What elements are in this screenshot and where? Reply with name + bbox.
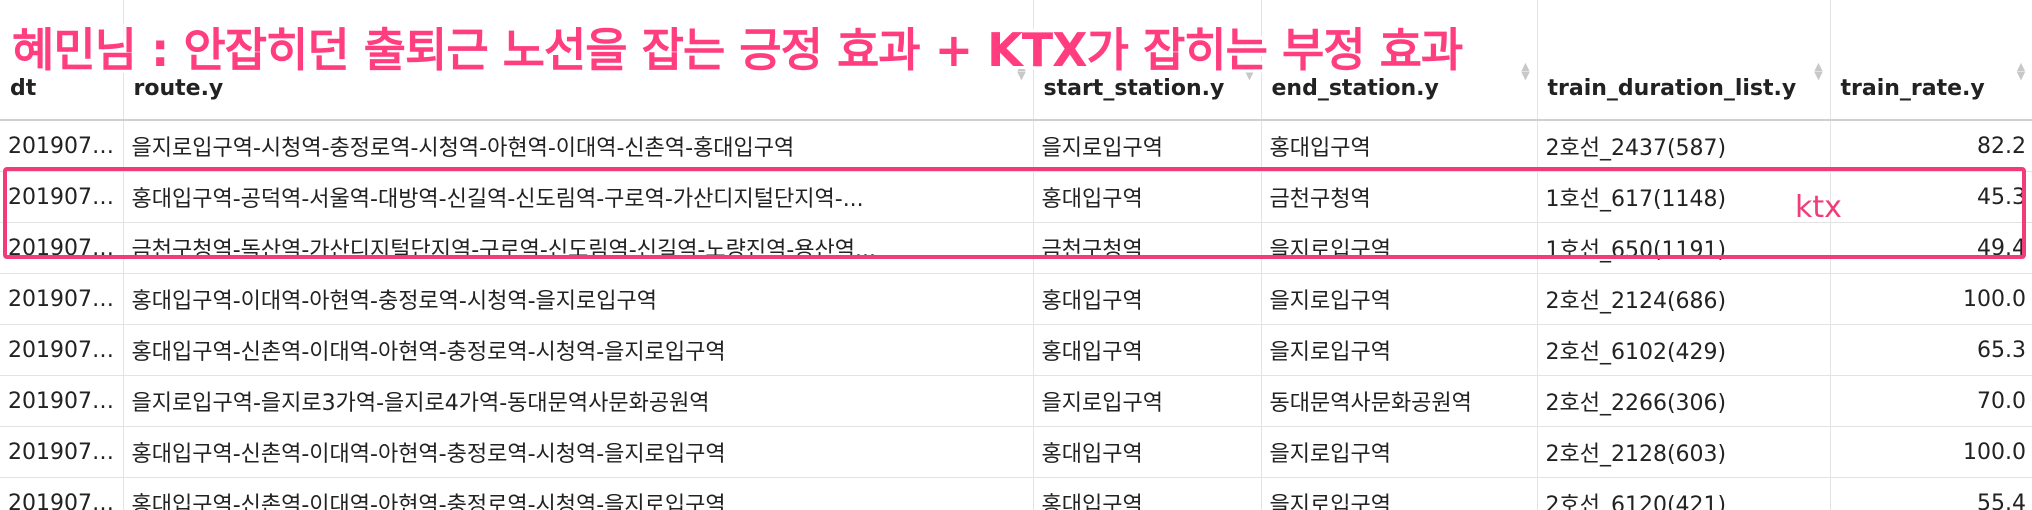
cell-end-station: 을지로입구역 [1261,222,1538,274]
cell-train-rate: 70.0 [1830,375,2032,427]
table-row: 20190713 홍대입구역-공덕역-서울역-대방역-신길역-신도림역-구로역-… [0,171,2032,223]
cell-train-duration-list: 2호선_2124(686) [1537,273,1831,325]
column-header-label: train_rate.y [1840,76,1985,101]
table-row: 20190722 홍대입구역-이대역-아현역-충정로역-시청역-을지로입구역 홍… [0,273,2032,325]
cell-route: 금천구청역-독산역-가산디지털단지역-구로역-신도림역-신길역-노량진역-용산역… [123,222,1034,274]
cell-start-station: 금천구청역 [1033,222,1262,274]
cell-start-station: 홍대입구역 [1033,324,1262,376]
cell-route: 을지로입구역-시청역-충정로역-시청역-아현역-이대역-신촌역-홍대입구역 [123,120,1034,172]
column-header-label: dt [10,76,37,101]
cell-train-rate: 100.0 [1830,426,2032,478]
cell-train-duration-list: 1호선_650(1191) [1537,222,1831,274]
cell-train-duration-list: 2호선_6120(421) [1537,477,1831,510]
column-header-label: route.y [133,76,224,101]
table-row: 20190730 홍대입구역-신촌역-이대역-아현역-충정로역-시청역-을지로입… [0,477,2032,510]
cell-end-station: 동대문역사문화공원역 [1261,375,1538,427]
cell-end-station: 을지로입구역 [1261,477,1538,510]
cell-start-station: 을지로입구역 [1033,375,1262,427]
sort-icon[interactable]: ▲ ▼ [2016,61,2026,82]
table-row: 20190725 홍대입구역-신촌역-이대역-아현역-충정로역-시청역-을지로입… [0,324,2032,376]
cell-route: 홍대입구역-신촌역-이대역-아현역-충정로역-시청역-을지로입구역 [123,426,1034,478]
table-row: 20190725 을지로입구역-을지로3가역-을지로4가역-동대문역사문화공원역… [0,375,2032,427]
cell-route: 홍대입구역-신촌역-이대역-아현역-충정로역-시청역-을지로입구역 [123,324,1034,376]
cell-end-station: 을지로입구역 [1261,426,1538,478]
column-header-label: start_station.y [1043,76,1225,101]
column-header-label: end_station.y [1271,76,1439,101]
cell-dt: 20190722 [0,273,124,325]
cell-train-rate: 55.4 [1830,477,2032,510]
cell-end-station: 을지로입구역 [1261,273,1538,325]
cell-train-rate: 49.4 [1830,222,2032,274]
table-row: 20190713 금천구청역-독산역-가산디지털단지역-구로역-신도림역-신길역… [0,222,2032,274]
cell-start-station: 홍대입구역 [1033,477,1262,510]
cell-train-rate: 45.3 [1830,171,2032,223]
cell-end-station: 금천구청역 [1261,171,1538,223]
column-header-train-duration-list[interactable]: train_duration_list.y ▲ ▼ [1537,0,1831,121]
cell-train-rate: 82.2 [1830,120,2032,172]
annotation-title: 혜민님 : 안잡히던 출퇴근 노선을 잡는 긍정 효과 + KTX가 잡히는 부… [12,23,1463,77]
table-row: 20190729 홍대입구역-신촌역-이대역-아현역-충정로역-시청역-을지로입… [0,426,2032,478]
cell-train-duration-list: 2호선_2437(587) [1537,120,1831,172]
cell-start-station: 을지로입구역 [1033,120,1262,172]
cell-dt: 20190730 [0,477,124,510]
cell-train-duration-list: 1호선_617(1148) [1537,171,1831,223]
cell-route: 홍대입구역-신촌역-이대역-아현역-충정로역-시청역-을지로입구역 [123,477,1034,510]
cell-start-station: 홍대입구역 [1033,171,1262,223]
cell-route: 을지로입구역-을지로3가역-을지로4가역-동대문역사문화공원역 [123,375,1034,427]
column-header-label: train_duration_list.y [1547,76,1797,101]
cell-dt: 20190704 [0,120,124,172]
cell-dt: 20190729 [0,426,124,478]
cell-dt: 20190725 [0,375,124,427]
cell-start-station: 홍대입구역 [1033,426,1262,478]
cell-end-station: 홍대입구역 [1261,120,1538,172]
cell-end-station: 을지로입구역 [1261,324,1538,376]
cell-route: 홍대입구역-이대역-아현역-충정로역-시청역-을지로입구역 [123,273,1034,325]
sort-icon[interactable]: ▲ ▼ [1521,61,1531,82]
cell-train-duration-list: 2호선_2266(306) [1537,375,1831,427]
cell-train-duration-list: 2호선_2128(603) [1537,426,1831,478]
column-header-train-rate[interactable]: train_rate.y ▲ ▼ [1830,0,2032,121]
cell-dt: 20190713 [0,171,124,223]
table-row: 20190704 을지로입구역-시청역-충정로역-시청역-아현역-이대역-신촌역… [0,120,2032,172]
cell-dt: 20190713 [0,222,124,274]
cell-route: 홍대입구역-공덕역-서울역-대방역-신길역-신도림역-구로역-가산디지털단지역-… [123,171,1034,223]
sort-icon[interactable]: ▲ ▼ [1814,61,1824,82]
cell-train-duration-list: 2호선_6102(429) [1537,324,1831,376]
cell-start-station: 홍대입구역 [1033,273,1262,325]
highlight-label: ktx [1795,190,1842,225]
cell-train-rate: 65.3 [1830,324,2032,376]
cell-train-rate: 100.0 [1830,273,2032,325]
cell-dt: 20190725 [0,324,124,376]
